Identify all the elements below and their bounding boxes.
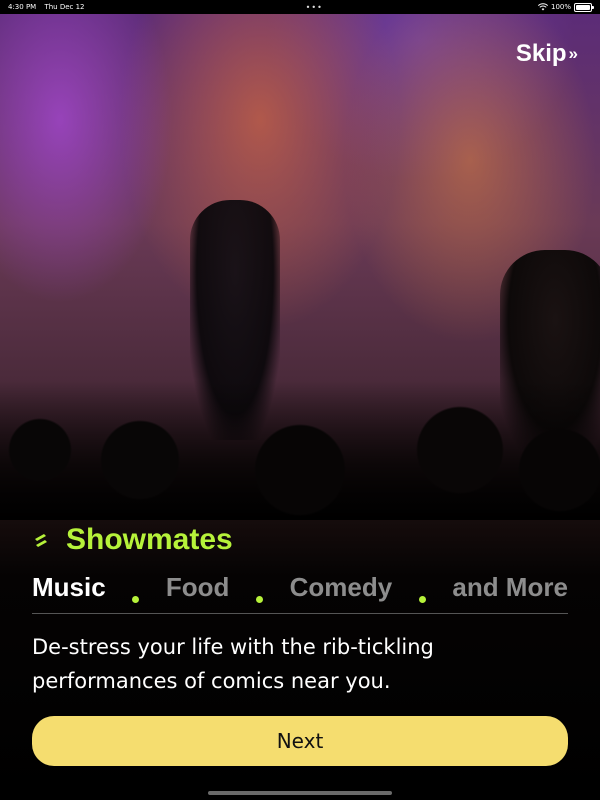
next-button[interactable]: Next (32, 716, 568, 766)
category-and-more[interactable]: and More (452, 572, 568, 603)
skip-label: Skip (515, 40, 567, 67)
description-text: De-stress your life with the rib-ticklin… (32, 635, 434, 693)
status-bar: 4:30 PM Thu Dec 12 ••• 100% (0, 0, 600, 14)
separator-dot (256, 596, 263, 603)
home-indicator[interactable] (208, 791, 392, 795)
status-time: 4:30 PM (8, 3, 37, 11)
separator-dot (132, 596, 140, 603)
category-food[interactable]: Food (166, 572, 230, 603)
battery-icon (574, 2, 594, 12)
crowd-silhouette (0, 380, 600, 520)
wifi-icon (537, 3, 548, 11)
separator-dot (418, 596, 426, 603)
category-tabs: Music Food Comedy and More (32, 572, 568, 614)
battery-percent: 100% (550, 3, 571, 11)
category-comedy[interactable]: Comedy (290, 572, 393, 603)
onboarding-content: Showmates Music Food Comedy and More De-… (32, 520, 568, 698)
multitasking-dots[interactable]: ••• (306, 3, 323, 12)
skip-button[interactable]: Skip » (516, 40, 578, 68)
brand-name: Showmates (66, 523, 233, 556)
brand-header: Showmates (32, 520, 568, 560)
category-music[interactable]: Music (32, 572, 106, 603)
showmates-logo-icon (35, 534, 47, 547)
status-right: 100% (537, 2, 594, 12)
status-date: Thu Dec 12 (44, 3, 85, 11)
status-left: 4:30 PM Thu Dec 12 (8, 3, 91, 11)
double-chevron-right-icon: » (568, 44, 578, 63)
